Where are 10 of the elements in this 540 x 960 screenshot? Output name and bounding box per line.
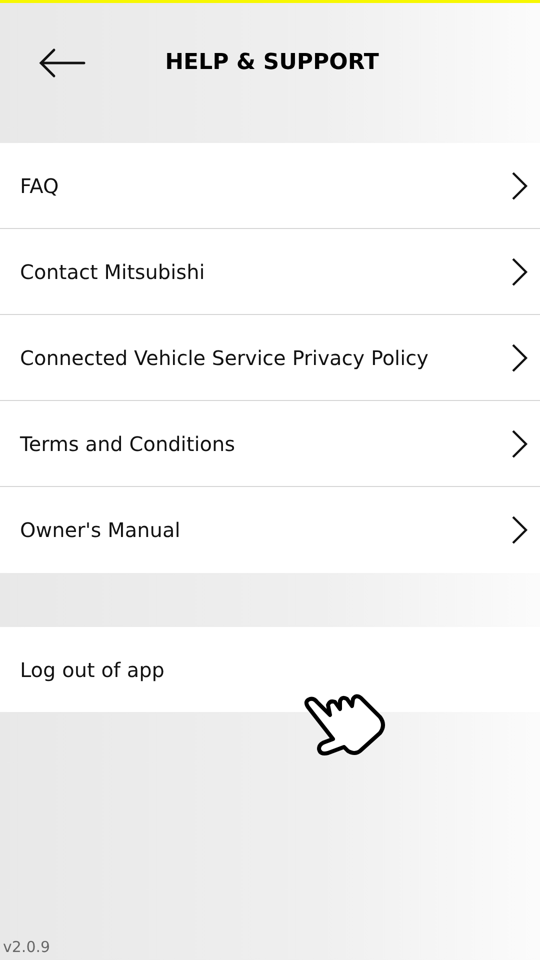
logout-button[interactable]: Log out of app	[0, 627, 540, 712]
back-button[interactable]	[38, 48, 86, 78]
chevron-right-icon	[510, 428, 528, 458]
chevron-right-icon	[510, 515, 528, 545]
back-arrow-icon	[38, 48, 86, 78]
chevron-right-icon	[510, 170, 528, 200]
chevron-right-icon	[510, 256, 528, 286]
chevron-right-icon	[510, 342, 528, 372]
version-label: v2.0.9	[2, 938, 52, 958]
page-title: HELP & SUPPORT	[164, 50, 379, 74]
